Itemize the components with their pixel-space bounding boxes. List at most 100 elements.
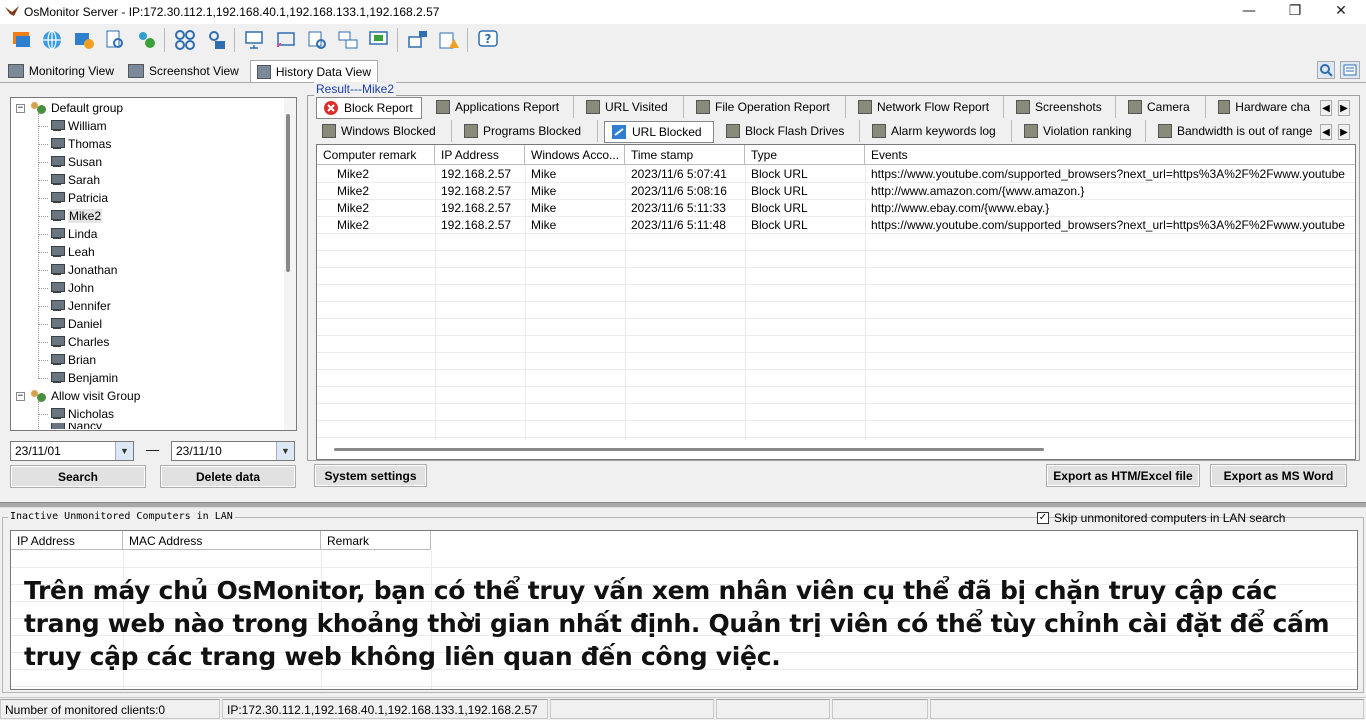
date-to-select[interactable]: 23/11/10 ▼ (171, 441, 295, 461)
globe-icon[interactable] (40, 28, 64, 52)
tree-item-computer[interactable]: Linda (38, 225, 97, 243)
users-settings-icon[interactable] (134, 28, 158, 52)
table-cell[interactable]: Mike2 (331, 216, 435, 233)
tab-applications-report[interactable]: Applications Report (430, 96, 574, 118)
tree-item-computer[interactable]: Jennifer (38, 297, 111, 315)
tab-screenshot-view[interactable]: Screenshot View (122, 60, 248, 82)
tree-item-computer[interactable]: Benjamin (38, 369, 118, 387)
column-header-mac[interactable]: MAC Address (123, 531, 321, 550)
column-header-remark[interactable]: Remark (321, 531, 431, 550)
tab-windows-blocked[interactable]: Windows Blocked (316, 120, 452, 142)
tab-url-blocked[interactable]: URL Blocked (604, 121, 714, 143)
collapse-toggle[interactable]: − (16, 103, 25, 113)
table-cell[interactable]: 2023/11/6 5:11:33 (625, 199, 745, 216)
table-cell-event[interactable]: http://www.ebay.com/{www.ebay.} (865, 199, 1355, 216)
export-ms-word-button[interactable]: Export as MS Word (1210, 464, 1347, 487)
tree-group[interactable]: − Default group (16, 99, 123, 117)
table-cell[interactable]: Mike (525, 182, 625, 199)
cast-icon[interactable] (274, 28, 298, 52)
help-icon[interactable]: ? (476, 28, 500, 52)
tab-block-report[interactable]: Block Report (316, 97, 422, 119)
tab-screenshots[interactable]: Screenshots (1010, 96, 1116, 118)
windows-icon[interactable] (10, 28, 34, 52)
tabs-scroll-left-button[interactable]: ◀ (1320, 100, 1332, 116)
table-cell[interactable]: 2023/11/6 5:07:41 (625, 165, 745, 182)
tree-item-computer[interactable]: John (38, 279, 94, 297)
table-cell[interactable]: 192.168.2.57 (435, 182, 525, 199)
tab-programs-blocked[interactable]: Programs Blocked (458, 120, 598, 142)
minimize-button[interactable]: — (1226, 0, 1272, 24)
grid-icon[interactable] (173, 28, 197, 52)
close-button[interactable]: ✕ (1318, 0, 1364, 24)
table-cell[interactable]: 192.168.2.57 (435, 165, 525, 182)
folder-settings-icon[interactable] (72, 28, 96, 52)
table-cell[interactable]: 192.168.2.57 (435, 216, 525, 233)
export-htm-excel-button[interactable]: Export as HTM/Excel file (1046, 464, 1200, 487)
column-header-ip[interactable]: IP Address (11, 531, 123, 550)
tab-camera[interactable]: Camera (1122, 96, 1206, 118)
table-cell[interactable]: Mike (525, 216, 625, 233)
tree-item-computer[interactable]: Charles (38, 333, 109, 351)
list-view-icon[interactable] (1340, 61, 1360, 79)
tree-group[interactable]: − Allow visit Group (16, 387, 140, 405)
date-from-select[interactable]: 23/11/01 ▼ (10, 441, 134, 461)
chevron-down-icon[interactable]: ▼ (115, 442, 133, 460)
tree-item-computer[interactable]: William (38, 117, 107, 135)
maximize-button[interactable]: ❐ (1272, 0, 1318, 24)
tree-item-computer[interactable]: Daniel (38, 315, 102, 333)
tree-item-computer[interactable]: Nancy (50, 423, 102, 429)
tab-block-flash-drives[interactable]: Block Flash Drives (720, 120, 860, 142)
tree-item-computer[interactable]: Sarah (38, 171, 100, 189)
column-header[interactable]: Windows Acco... (525, 145, 625, 165)
collapse-toggle[interactable]: − (16, 391, 25, 401)
column-header[interactable]: IP Address (435, 145, 525, 165)
tab-monitoring-view[interactable]: Monitoring View (2, 60, 120, 82)
search-button[interactable]: Search (10, 465, 146, 488)
delete-data-button[interactable]: Delete data (160, 465, 296, 488)
panel-splitter[interactable] (0, 502, 1366, 508)
table-cell[interactable]: Mike2 (331, 165, 435, 182)
system-settings-button[interactable]: System settings (314, 464, 427, 487)
tree-item-computer[interactable]: Susan (38, 153, 102, 171)
search-icon[interactable] (1317, 61, 1335, 79)
tab-network-flow-report[interactable]: Network Flow Report (852, 96, 1004, 118)
tab-file-operation-report[interactable]: File Operation Report (690, 96, 846, 118)
alarm-icon[interactable] (437, 28, 461, 52)
table-cell-event[interactable]: https://www.youtube.com/supported_browse… (865, 165, 1355, 182)
tree-item-computer[interactable]: Nicholas (38, 405, 114, 423)
column-header[interactable]: Computer remark (317, 145, 435, 165)
tab-url-visited[interactable]: URL Visited (580, 96, 684, 118)
skip-unmonitored-checkbox[interactable]: ✓ (1037, 512, 1049, 524)
table-cell[interactable]: Block URL (745, 199, 865, 216)
table-cell[interactable]: Mike2 (331, 199, 435, 216)
table-cell[interactable]: Block URL (745, 182, 865, 199)
tabs-scroll-right-button[interactable]: ▶ (1338, 100, 1350, 116)
table-cell[interactable]: 2023/11/6 5:08:16 (625, 182, 745, 199)
tab-alarm-keywords-log[interactable]: Alarm keywords log (866, 120, 1012, 142)
table-cell-event[interactable]: https://www.youtube.com/supported_browse… (865, 216, 1355, 233)
tree-item-computer[interactable]: Mike2 (38, 207, 103, 225)
table-cell[interactable]: 2023/11/6 5:11:48 (625, 216, 745, 233)
tree-item-computer[interactable]: Leah (38, 243, 95, 261)
chevron-down-icon[interactable]: ▼ (276, 442, 294, 460)
tabs2-scroll-left-button[interactable]: ◀ (1320, 124, 1332, 140)
tree-scrollbar-thumb[interactable] (286, 114, 290, 272)
table-horizontal-scrollbar[interactable] (334, 448, 1044, 451)
table-cell[interactable]: 192.168.2.57 (435, 199, 525, 216)
search-list-icon[interactable] (305, 28, 329, 52)
tree-item-computer[interactable]: Brian (38, 351, 96, 369)
ip-config-icon[interactable] (406, 28, 430, 52)
tree-item-computer[interactable]: Thomas (38, 135, 111, 153)
table-cell[interactable]: Block URL (745, 216, 865, 233)
network-monitor-icon[interactable] (336, 28, 360, 52)
table-cell-event[interactable]: http://www.amazon.com/{www.amazon.} (865, 182, 1355, 199)
tab-hardware-changes[interactable]: Hardware cha (1212, 96, 1316, 118)
table-cell[interactable]: Mike (525, 199, 625, 216)
tree-item-computer[interactable]: Jonathan (38, 261, 117, 279)
column-header[interactable]: Time stamp (625, 145, 745, 165)
tree-item-computer[interactable]: Patricia (38, 189, 108, 207)
tab-history-data-view[interactable]: History Data View (250, 60, 378, 82)
tab-bandwidth-out-of-range[interactable]: Bandwidth is out of range (1152, 120, 1320, 142)
tab-violation-ranking[interactable]: Violation ranking (1018, 120, 1146, 142)
column-header[interactable]: Type (745, 145, 865, 165)
